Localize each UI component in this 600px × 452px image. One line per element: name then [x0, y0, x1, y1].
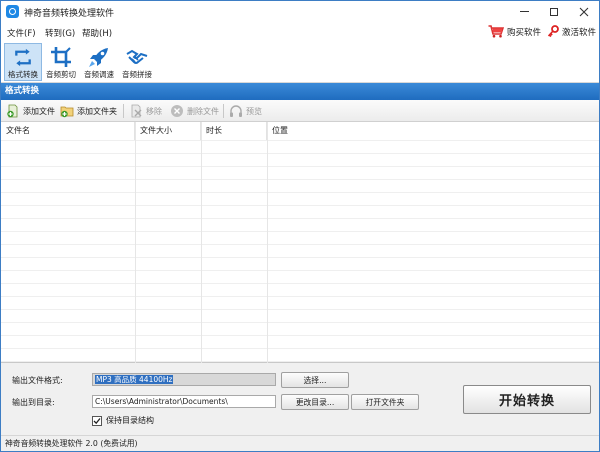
action-bar: 添加文件 添加文件夹 移除 删除文件 预览 [1, 100, 599, 122]
window-title: 神奇音频转换处理软件 [24, 9, 115, 19]
table-row-divider [1, 218, 599, 219]
crop-icon [51, 47, 71, 67]
keep-structure-option[interactable]: 保持目录结构 [92, 415, 154, 426]
table-column-divider [267, 122, 268, 363]
column-header-filesize[interactable]: 文件大小 [135, 122, 201, 140]
delete-file-label: 删除文件 [187, 106, 219, 116]
table-row-divider [1, 140, 599, 141]
table-row-divider [1, 205, 599, 206]
output-directory-label: 输出到目录: [12, 398, 55, 407]
headphones-icon [230, 105, 242, 117]
close-icon [579, 7, 589, 16]
main-toolbar: 格式转换 音频剪切 音频调速 音频拼接 [1, 41, 599, 83]
convert-icon [15, 48, 31, 67]
status-bar: 神奇音频转换处理软件 2.0 (免费试用) [1, 435, 599, 451]
table-row-divider [1, 361, 599, 362]
table-row-divider [1, 348, 599, 349]
table-row-divider [1, 335, 599, 336]
keep-structure-checkbox[interactable] [92, 415, 102, 426]
change-directory-button[interactable]: 更改目录... [281, 394, 349, 410]
table-row-divider [1, 179, 599, 180]
start-convert-button[interactable]: 开始转换 [463, 385, 591, 414]
delete-icon [171, 105, 183, 117]
buy-software-link[interactable]: 购买软件 [488, 25, 541, 38]
preview-button[interactable]: 预览 [229, 103, 262, 119]
table-row-divider [1, 192, 599, 193]
buy-software-label: 购买软件 [507, 27, 542, 38]
app-window: 神奇音频转换处理软件 文件(F) 转到(G) 帮助(H) 购买软件 激活软件 格… [0, 0, 600, 452]
title-bar: 神奇音频转换处理软件 [1, 1, 599, 22]
tool-format-convert[interactable]: 格式转换 [4, 43, 42, 81]
maximize-icon [550, 7, 558, 16]
add-file-button[interactable]: 添加文件 [6, 103, 55, 119]
shopping-cart-icon [488, 25, 504, 38]
file-list-table[interactable]: 文件名 文件大小 时长 位置 [1, 122, 599, 363]
minimize-icon [519, 11, 529, 12]
tool-label: 音频剪切 [46, 70, 76, 79]
tool-audio-join[interactable]: 音频拼接 [118, 43, 156, 81]
table-row-divider [1, 257, 599, 258]
column-header-location[interactable]: 位置 [267, 122, 599, 140]
tool-label: 格式转换 [8, 70, 38, 79]
activate-software-link[interactable]: 激活软件 [547, 25, 596, 38]
add-file-icon [7, 104, 18, 118]
app-logo-icon [6, 5, 19, 18]
remove-label: 移除 [146, 106, 162, 116]
output-format-value: MP3 高品质 44100Hz [95, 375, 174, 384]
table-row-divider [1, 231, 599, 232]
open-folder-button[interactable]: 打开文件夹 [351, 394, 419, 410]
remove-button[interactable]: 移除 [129, 103, 162, 119]
remove-icon [131, 104, 142, 118]
checkmark-icon [93, 417, 101, 424]
toolbar-separator [123, 104, 124, 118]
tool-audio-speed[interactable]: 音频调速 [80, 43, 118, 81]
maximize-button[interactable] [539, 1, 569, 22]
output-format-label: 输出文件格式: [12, 376, 63, 385]
tool-label: 音频拼接 [122, 70, 152, 79]
add-folder-button[interactable]: 添加文件夹 [60, 103, 117, 119]
add-file-label: 添加文件 [23, 106, 55, 116]
output-directory-field[interactable]: C:\Users\Administrator\Documents\ [92, 395, 276, 408]
delete-file-button[interactable]: 删除文件 [170, 103, 219, 119]
tool-label: 音频调速 [84, 70, 114, 79]
add-folder-label: 添加文件夹 [77, 106, 117, 116]
table-column-divider [201, 122, 202, 363]
table-row-divider [1, 166, 599, 167]
output-settings-panel: 输出文件格式: MP3 高品质 44100Hz 选择... 输出到目录: C:\… [1, 363, 599, 435]
preview-label: 预览 [246, 106, 262, 116]
column-header-duration[interactable]: 时长 [201, 122, 267, 140]
section-title: 格式转换 [1, 83, 599, 100]
menu-help[interactable]: 帮助(H) [82, 27, 112, 39]
menu-goto[interactable]: 转到(G) [45, 27, 75, 39]
table-row-divider [1, 283, 599, 284]
rocket-icon [89, 48, 108, 67]
table-column-divider [135, 122, 136, 363]
minimize-button[interactable] [509, 1, 539, 22]
table-header: 文件名 文件大小 时长 位置 [1, 122, 599, 140]
activate-software-label: 激活软件 [562, 27, 597, 38]
column-header-filename[interactable]: 文件名 [1, 122, 135, 140]
output-format-field[interactable]: MP3 高品质 44100Hz [92, 373, 276, 386]
toolbar-separator [223, 104, 224, 118]
handshake-icon [126, 49, 148, 64]
key-icon [547, 25, 559, 38]
table-row-divider [1, 244, 599, 245]
table-row-divider [1, 153, 599, 154]
table-row-divider [1, 270, 599, 271]
menu-file[interactable]: 文件(F) [7, 27, 36, 39]
choose-format-button[interactable]: 选择... [281, 372, 349, 388]
keep-structure-label: 保持目录结构 [106, 416, 154, 425]
menu-bar: 文件(F) 转到(G) 帮助(H) 购买软件 激活软件 [1, 22, 599, 41]
table-row-divider [1, 322, 599, 323]
tool-audio-cut[interactable]: 音频剪切 [42, 43, 80, 81]
close-button[interactable] [569, 1, 599, 22]
add-folder-icon [60, 106, 74, 118]
table-row-divider [1, 309, 599, 310]
table-row-divider [1, 296, 599, 297]
